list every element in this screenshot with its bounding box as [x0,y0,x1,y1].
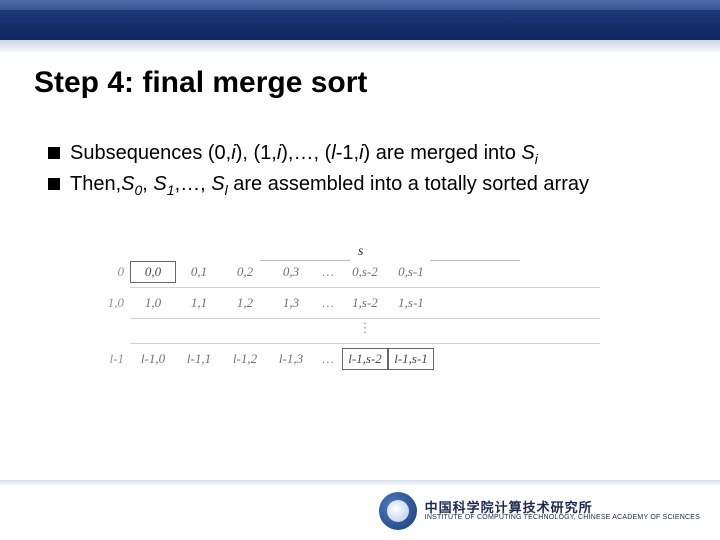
diagram-ellipsis: … [314,264,342,280]
footer-org-text: 中国科学院计算技术研究所 INSTITUTE OF COMPUTING TECH… [425,501,700,521]
diagram-cell: 1,1 [176,292,222,314]
slide-title: Step 4: final merge sort [34,66,367,100]
footer-divider [0,480,720,486]
diagram-cell: 0,s-2 [342,261,388,283]
bullet-text-0: Subsequences (0,i), (1,i),…, (l-1,i) are… [70,140,680,169]
diagram-ellipsis: … [314,295,342,311]
footer-org-en: INSTITUTE OF COMPUTING TECHNOLOGY, CHINE… [425,514,700,521]
bullet-icon [48,178,60,190]
diagram-cell: l-1,3 [268,348,314,370]
diagram-row-sep [130,343,600,344]
diagram-cell: l-1,2 [222,348,268,370]
diagram-cell: l-1,s-2 [342,348,388,370]
diagram-row-sep [130,318,600,319]
bullet-item: Then,S0, S1,…, Sl are assembled into a t… [48,171,680,200]
footer-logo-area: 中国科学院计算技术研究所 INSTITUTE OF COMPUTING TECH… [379,492,700,530]
diagram: s 0 0,0 0,1 0,2 0,3 … 0,s-2 0,s-1 1,0 1,… [130,258,600,373]
diagram-vdots: ⋮ [130,320,600,342]
footer-org-cn: 中国科学院计算技术研究所 [425,501,700,514]
header-band [0,0,720,52]
diagram-cell: 1,s-2 [342,292,388,314]
diagram-cell: l-1,s-1 [388,348,434,370]
diagram-row: 1,0 1,0 1,1 1,2 1,3 … 1,s-2 1,s-1 [130,289,600,317]
diagram-cell: 1,0 [130,292,176,314]
diagram-cell: l-1,0 [130,348,176,370]
diagram-cell: 0,2 [222,261,268,283]
header-band-1 [0,0,720,10]
diagram-row-label: l-1 [88,351,124,367]
diagram-cell: 1,s-1 [388,292,434,314]
diagram-cell: 0,3 [268,261,314,283]
logo-icon [379,492,417,530]
slide: Step 4: final merge sort Subsequences (0… [0,0,720,540]
diagram-row: 0 0,0 0,1 0,2 0,3 … 0,s-2 0,s-1 [130,258,600,286]
bullet-text-1: Then,S0, S1,…, Sl are assembled into a t… [70,171,680,200]
diagram-cell: l-1,1 [176,348,222,370]
diagram-row: l-1 l-1,0 l-1,1 l-1,2 l-1,3 … l-1,s-2 l-… [130,345,600,373]
diagram-ellipsis: … [314,351,342,367]
header-band-3 [0,40,720,52]
diagram-cell: 0,0 [130,261,176,283]
diagram-cell: 1,2 [222,292,268,314]
diagram-cell: 0,s-1 [388,261,434,283]
logo-inner-icon [387,500,409,522]
footer: 中国科学院计算技术研究所 INSTITUTE OF COMPUTING TECH… [0,480,720,540]
diagram-row-sep [130,287,600,288]
diagram-row-label: 0 [88,264,124,280]
header-band-2 [0,10,720,40]
diagram-cell: 1,3 [268,292,314,314]
bullet-item: Subsequences (0,i), (1,i),…, (l-1,i) are… [48,140,680,169]
bullet-icon [48,147,60,159]
diagram-row-label: 1,0 [88,295,124,311]
diagram-cell: 0,1 [176,261,222,283]
